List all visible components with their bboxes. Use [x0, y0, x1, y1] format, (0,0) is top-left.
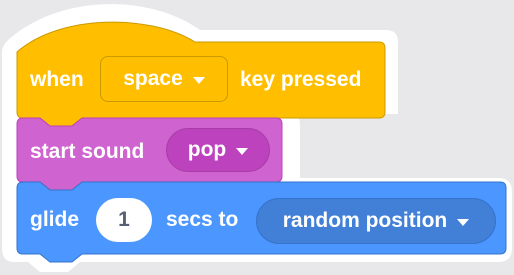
seconds-input[interactable]: 1 [96, 198, 152, 242]
chevron-down-icon [192, 76, 205, 84]
start-sound-label: start sound [30, 140, 145, 163]
script-stack: when space key pressed start sound pop g… [0, 0, 514, 275]
sound-dropdown[interactable]: pop [166, 128, 270, 172]
key-dropdown[interactable]: space [100, 56, 228, 102]
key-pressed-label: key pressed [240, 68, 362, 91]
sound-dropdown-value: pop [187, 138, 227, 161]
target-dropdown[interactable]: random position [256, 198, 496, 244]
chevron-down-icon [236, 147, 249, 155]
chevron-down-icon [457, 218, 470, 226]
glide-label: glide [30, 208, 80, 231]
target-dropdown-value: random position [282, 209, 448, 232]
secs-to-label: secs to [166, 208, 239, 231]
key-dropdown-value: space [123, 67, 183, 90]
when-label: when [30, 68, 84, 91]
